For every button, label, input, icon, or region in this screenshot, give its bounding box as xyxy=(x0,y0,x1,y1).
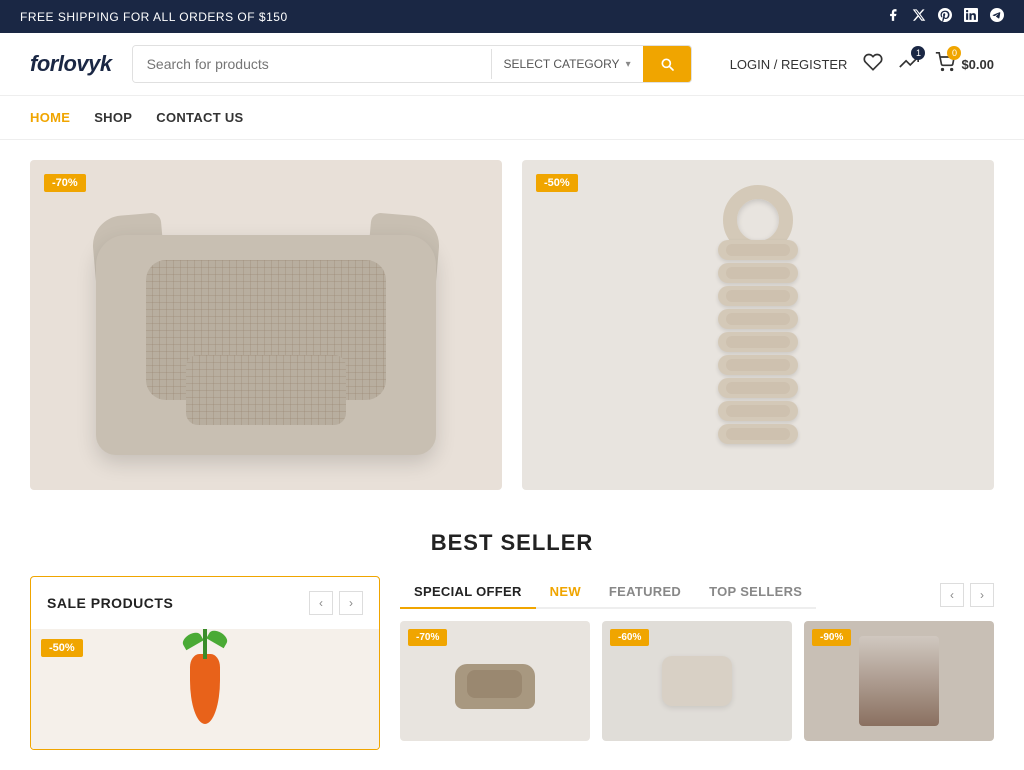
sale-navigation: ‹ › xyxy=(309,591,363,615)
search-input[interactable] xyxy=(133,46,491,82)
compare-badge: 1 xyxy=(911,46,925,60)
hero-right: -50% xyxy=(522,160,994,490)
social-icons xyxy=(886,8,1004,25)
sale-header: SALE PRODUCTS ‹ › xyxy=(31,577,379,629)
mini-pillow-image xyxy=(662,656,732,706)
left-discount-badge: -70% xyxy=(44,174,86,192)
special-products-grid: -70% -60% -90% xyxy=(400,621,994,741)
facebook-icon[interactable] xyxy=(886,8,900,25)
linkedin-icon[interactable] xyxy=(964,8,978,25)
special-product-2[interactable]: -60% xyxy=(602,621,792,741)
best-seller-title: BEST SELLER xyxy=(30,530,994,556)
special-product-1[interactable]: -70% xyxy=(400,621,590,741)
special-tabs: SPECIAL OFFER NEW FEATURED TOP SELLERS xyxy=(400,576,816,609)
special-badge-1: -70% xyxy=(408,629,447,646)
rope-knot-9 xyxy=(718,424,798,444)
special-product-3[interactable]: -90% xyxy=(804,621,994,741)
hero-left: -70% xyxy=(30,160,502,490)
heart-icon xyxy=(863,52,883,72)
rope-knot-5 xyxy=(718,332,798,352)
tab-top-sellers[interactable]: TOP SELLERS xyxy=(695,576,816,607)
tab-new[interactable]: NEW xyxy=(536,576,595,607)
rope-knot-4 xyxy=(718,309,798,329)
mini-product-image xyxy=(859,636,939,726)
special-next-button[interactable]: › xyxy=(970,583,994,607)
cart-price: $0.00 xyxy=(961,57,994,72)
search-icon xyxy=(659,56,675,72)
logo[interactable]: forlovyk xyxy=(30,51,112,77)
sale-products-section: SALE PRODUCTS ‹ › -50% xyxy=(30,576,380,750)
special-navigation: ‹ › xyxy=(940,583,994,607)
rope-knot-8 xyxy=(718,401,798,421)
x-twitter-icon[interactable] xyxy=(912,8,926,25)
right-discount-badge: -50% xyxy=(536,174,578,192)
carrot-leaf-left xyxy=(180,630,203,650)
rope-toy-image xyxy=(522,160,994,490)
rope-knot-2 xyxy=(718,263,798,283)
top-banner: FREE SHIPPING FOR ALL ORDERS OF $150 xyxy=(0,0,1024,33)
rope-toy xyxy=(698,185,818,465)
bed-pillow xyxy=(186,355,346,425)
sale-next-button[interactable]: › xyxy=(339,591,363,615)
header: forlovyk SELECT CATEGORY ▾ LOGIN / REGIS… xyxy=(0,33,1024,96)
rope-knot-3 xyxy=(718,286,798,306)
bottom-sections: SALE PRODUCTS ‹ › -50% SPECIAL OFFER NEW xyxy=(0,566,1024,770)
banner-text: FREE SHIPPING FOR ALL ORDERS OF $150 xyxy=(20,10,288,24)
carrot-toy xyxy=(190,654,220,724)
special-offer-section: SPECIAL OFFER NEW FEATURED TOP SELLERS ‹… xyxy=(400,576,994,750)
nav-shop[interactable]: SHOP xyxy=(94,106,132,129)
mini-bed-outer xyxy=(455,664,535,709)
rope-knot-7 xyxy=(718,378,798,398)
special-badge-2: -60% xyxy=(610,629,649,646)
compare-button[interactable]: 1 xyxy=(899,52,919,77)
cart-button[interactable]: 0 $0.00 xyxy=(935,52,994,77)
carrot-stem xyxy=(203,629,207,659)
nav-contact[interactable]: CONTACT US xyxy=(156,106,243,129)
rope-body xyxy=(718,240,798,440)
cart-icon-wrapper: 0 xyxy=(935,52,955,77)
hero-section: -70% -50% xyxy=(0,140,1024,510)
telegram-icon[interactable] xyxy=(990,8,1004,25)
sale-title: SALE PRODUCTS xyxy=(47,595,173,611)
sale-badge: -50% xyxy=(41,639,83,657)
special-badge-3: -90% xyxy=(812,629,851,646)
carrot-leaf-right xyxy=(206,629,229,648)
sale-prev-button[interactable]: ‹ xyxy=(309,591,333,615)
nav-home[interactable]: HOME xyxy=(30,106,70,129)
chevron-down-icon: ▾ xyxy=(626,59,631,70)
header-actions: LOGIN / REGISTER 1 0 $0.00 xyxy=(730,52,994,77)
tab-special-offer[interactable]: SPECIAL OFFER xyxy=(400,576,536,609)
category-label: SELECT CATEGORY xyxy=(504,57,620,71)
search-bar: SELECT CATEGORY ▾ xyxy=(132,45,692,83)
mini-bed-inner xyxy=(467,670,522,698)
rope-knot-6 xyxy=(718,355,798,375)
mini-bed-image xyxy=(455,654,535,709)
category-select[interactable]: SELECT CATEGORY ▾ xyxy=(492,57,643,71)
special-header-row: SPECIAL OFFER NEW FEATURED TOP SELLERS ‹… xyxy=(400,576,994,621)
cart-badge: 0 xyxy=(947,46,961,60)
sale-product-image: -50% xyxy=(31,629,379,749)
navigation: HOME SHOP CONTACT US xyxy=(0,96,1024,140)
login-register-link[interactable]: LOGIN / REGISTER xyxy=(730,57,848,72)
pinterest-icon[interactable] xyxy=(938,8,952,25)
bed-outer xyxy=(96,235,436,455)
best-seller-section: BEST SELLER xyxy=(0,510,1024,566)
rope-knot-1 xyxy=(718,240,798,260)
wishlist-button[interactable] xyxy=(863,52,883,77)
special-prev-button[interactable]: ‹ xyxy=(940,583,964,607)
search-button[interactable] xyxy=(643,46,691,82)
tab-featured[interactable]: FEATURED xyxy=(595,576,695,607)
carrot-body xyxy=(190,654,220,724)
pet-bed-image xyxy=(96,195,436,455)
